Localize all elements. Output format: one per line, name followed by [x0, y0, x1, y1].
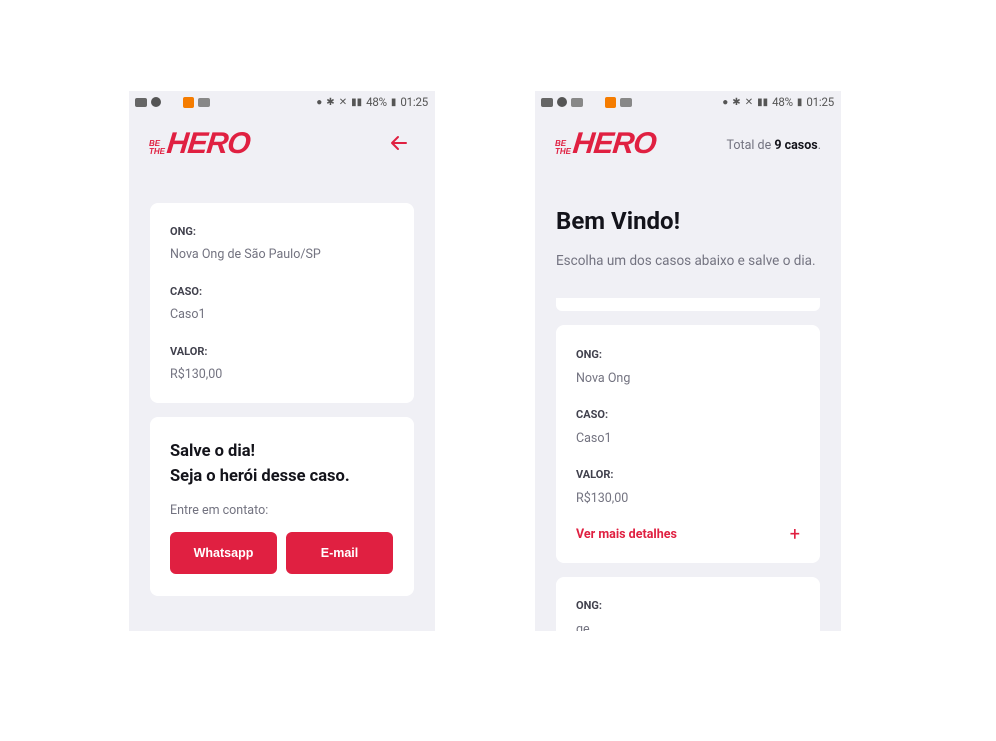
detail-screen: ● ✱ ✕ ▮▮ 48% ▮ 01:25 BE THE HERO ONG: No… — [129, 91, 435, 631]
incident-card: ONG: Nova Ong CASO: Caso1 VALOR: R$130,0… — [556, 325, 820, 563]
value-label: VALOR: — [576, 468, 614, 481]
page-title: Bem Vindo! — [556, 207, 681, 235]
incident-card-scrolled — [556, 298, 820, 311]
contact-card: Salve o dia! Seja o herói desse caso. En… — [150, 417, 414, 596]
translate-icon — [198, 97, 210, 107]
location-icon: ● — [316, 96, 323, 108]
clock: 01:25 — [400, 95, 428, 109]
translate-icon — [620, 97, 632, 107]
ong-value: ge — [576, 622, 590, 631]
value-label: VALOR: — [170, 345, 208, 358]
ong-value: Nova Ong de São Paulo/SP — [170, 247, 321, 262]
notification-icon — [135, 97, 147, 107]
case-value: Caso1 — [576, 431, 612, 446]
ong-value: Nova Ong — [576, 371, 631, 386]
value-amount: R$130,00 — [576, 491, 629, 506]
signal-icon: ▮▮ — [351, 96, 363, 108]
ong-label: ONG: — [576, 348, 602, 361]
notification-icon — [541, 97, 553, 107]
battery-icon: ▮ — [796, 96, 803, 108]
mute-icon: ✕ — [744, 96, 754, 108]
list-screen: ● ✱ ✕ ▮▮ 48% ▮ 01:25 BE THE HERO Total d… — [535, 91, 841, 631]
bluetooth-icon: ✱ — [326, 96, 335, 108]
back-arrow-icon[interactable] — [387, 131, 411, 155]
see-more-details-link[interactable]: Ver mais detalhes + — [576, 524, 800, 545]
case-value: Caso1 — [170, 307, 206, 322]
ong-label: ONG: — [576, 599, 602, 612]
app-icon — [151, 97, 161, 107]
status-bar: ● ✱ ✕ ▮▮ 48% ▮ 01:25 — [535, 91, 841, 113]
battery-percent: 48% — [772, 95, 793, 109]
signal-icon: ▮▮ — [757, 96, 769, 108]
email-button[interactable]: E-mail — [286, 532, 393, 574]
incident-card: ONG: Nova Ong de São Paulo/SP CASO: Caso… — [150, 203, 414, 403]
whatsapp-button[interactable]: Whatsapp — [170, 532, 277, 574]
be-the-hero-logo: BE THE HERO — [149, 127, 252, 160]
ong-label: ONG: — [170, 225, 196, 238]
value-amount: R$130,00 — [170, 367, 223, 382]
bluetooth-icon: ✱ — [732, 96, 741, 108]
total-cases: Total de 9 casos. — [726, 138, 821, 153]
case-label: CASO: — [170, 285, 203, 298]
total-count: 9 casos — [774, 138, 818, 153]
app-icon — [557, 97, 567, 107]
clock: 01:25 — [806, 95, 834, 109]
hero-title: Seja o herói desse caso. — [170, 467, 350, 486]
be-the-hero-logo: BE THE HERO — [555, 127, 658, 160]
battery-icon: ▮ — [390, 96, 397, 108]
orange-app-icon — [605, 96, 616, 108]
incident-card: ONG: ge — [556, 577, 820, 631]
mute-icon: ✕ — [338, 96, 348, 108]
save-day-title: Salve o dia! — [170, 442, 255, 461]
page-subtitle: Escolha um dos casos abaixo e salve o di… — [556, 253, 816, 269]
gallery-icon — [571, 97, 583, 107]
battery-percent: 48% — [366, 95, 387, 109]
status-bar: ● ✱ ✕ ▮▮ 48% ▮ 01:25 — [129, 91, 435, 113]
case-label: CASO: — [576, 408, 609, 421]
contact-subtitle: Entre em contato: — [170, 503, 269, 518]
orange-app-icon — [183, 96, 194, 108]
details-label: Ver mais detalhes — [576, 527, 677, 542]
location-icon: ● — [722, 96, 729, 108]
plus-icon: + — [789, 524, 800, 545]
